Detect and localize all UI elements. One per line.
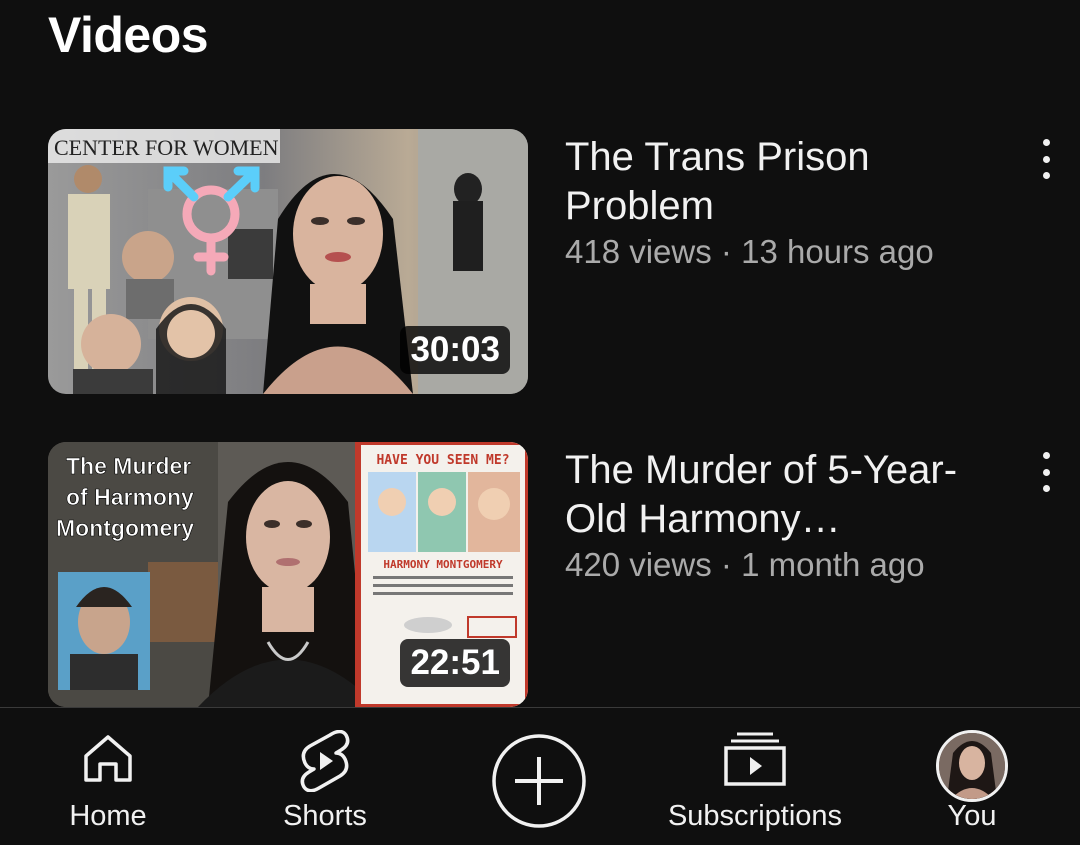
poster-header: HAVE YOU SEEN ME? bbox=[376, 453, 509, 468]
thumbnail-caption-line: The Murder bbox=[66, 453, 191, 479]
shorts-icon bbox=[300, 730, 350, 792]
thumbnail-caption-line: Montgomery bbox=[56, 515, 194, 541]
video-thumbnail[interactable]: HAVE YOU SEEN ME? HARMONY MONTGOMERY The… bbox=[48, 442, 528, 707]
video-views: 420 views bbox=[565, 546, 712, 583]
stats-separator: · bbox=[720, 546, 732, 583]
video-views: 418 views bbox=[565, 233, 712, 270]
nav-label-home: Home bbox=[69, 800, 147, 832]
video-age: 13 hours ago bbox=[741, 233, 934, 270]
nav-home[interactable]: Home bbox=[48, 708, 168, 845]
nav-you[interactable]: You bbox=[912, 708, 1032, 845]
video-stats: 418 views · 13 hours ago bbox=[565, 233, 1005, 271]
stats-separator: · bbox=[720, 233, 732, 270]
nav-shorts[interactable]: Shorts bbox=[265, 708, 385, 845]
video-duration: 30:03 bbox=[400, 326, 510, 374]
nav-label-shorts: Shorts bbox=[283, 800, 367, 832]
avatar bbox=[936, 730, 1008, 802]
video-age: 1 month ago bbox=[741, 546, 925, 583]
video-duration: 22:51 bbox=[400, 639, 510, 687]
video-thumbnail[interactable]: CENTER FOR WOMEN 30:03 bbox=[48, 129, 528, 394]
more-vert-icon[interactable] bbox=[1034, 139, 1058, 179]
section-title: Videos bbox=[48, 7, 209, 63]
video-stats: 420 views · 1 month ago bbox=[565, 546, 1005, 584]
thumbnail-caption-line: of Harmony bbox=[66, 484, 194, 510]
video-title[interactable]: The Murder of 5-Year-Old Harmony Montgom… bbox=[565, 446, 1005, 544]
video-meta: The Trans Prison Problem 418 views · 13 … bbox=[565, 133, 1005, 271]
bottom-navigation: Home Shorts Subscriptions You bbox=[0, 707, 1080, 845]
create-plus-icon bbox=[492, 734, 586, 828]
thumbnail-caption: CENTER FOR WOMEN bbox=[54, 135, 279, 160]
video-title[interactable]: The Trans Prison Problem bbox=[565, 133, 1005, 231]
create-button[interactable] bbox=[491, 733, 587, 829]
video-item[interactable]: HAVE YOU SEEN ME? HARMONY MONTGOMERY The… bbox=[48, 442, 1058, 707]
subscriptions-icon bbox=[724, 732, 786, 786]
video-item[interactable]: CENTER FOR WOMEN 30:03 The Trans Prison … bbox=[48, 129, 1058, 394]
nav-label-subscriptions: Subscriptions bbox=[667, 800, 843, 832]
nav-subscriptions[interactable]: Subscriptions bbox=[655, 708, 855, 845]
channel-videos-page: Videos CENTER FOR WOMEN 30:03 The Trans … bbox=[0, 0, 1080, 845]
more-vert-icon[interactable] bbox=[1034, 452, 1058, 492]
video-meta: The Murder of 5-Year-Old Harmony Montgom… bbox=[565, 446, 1005, 584]
poster-name: HARMONY MONTGOMERY bbox=[383, 558, 503, 571]
home-icon bbox=[84, 735, 132, 782]
nav-label-you: You bbox=[947, 800, 997, 832]
